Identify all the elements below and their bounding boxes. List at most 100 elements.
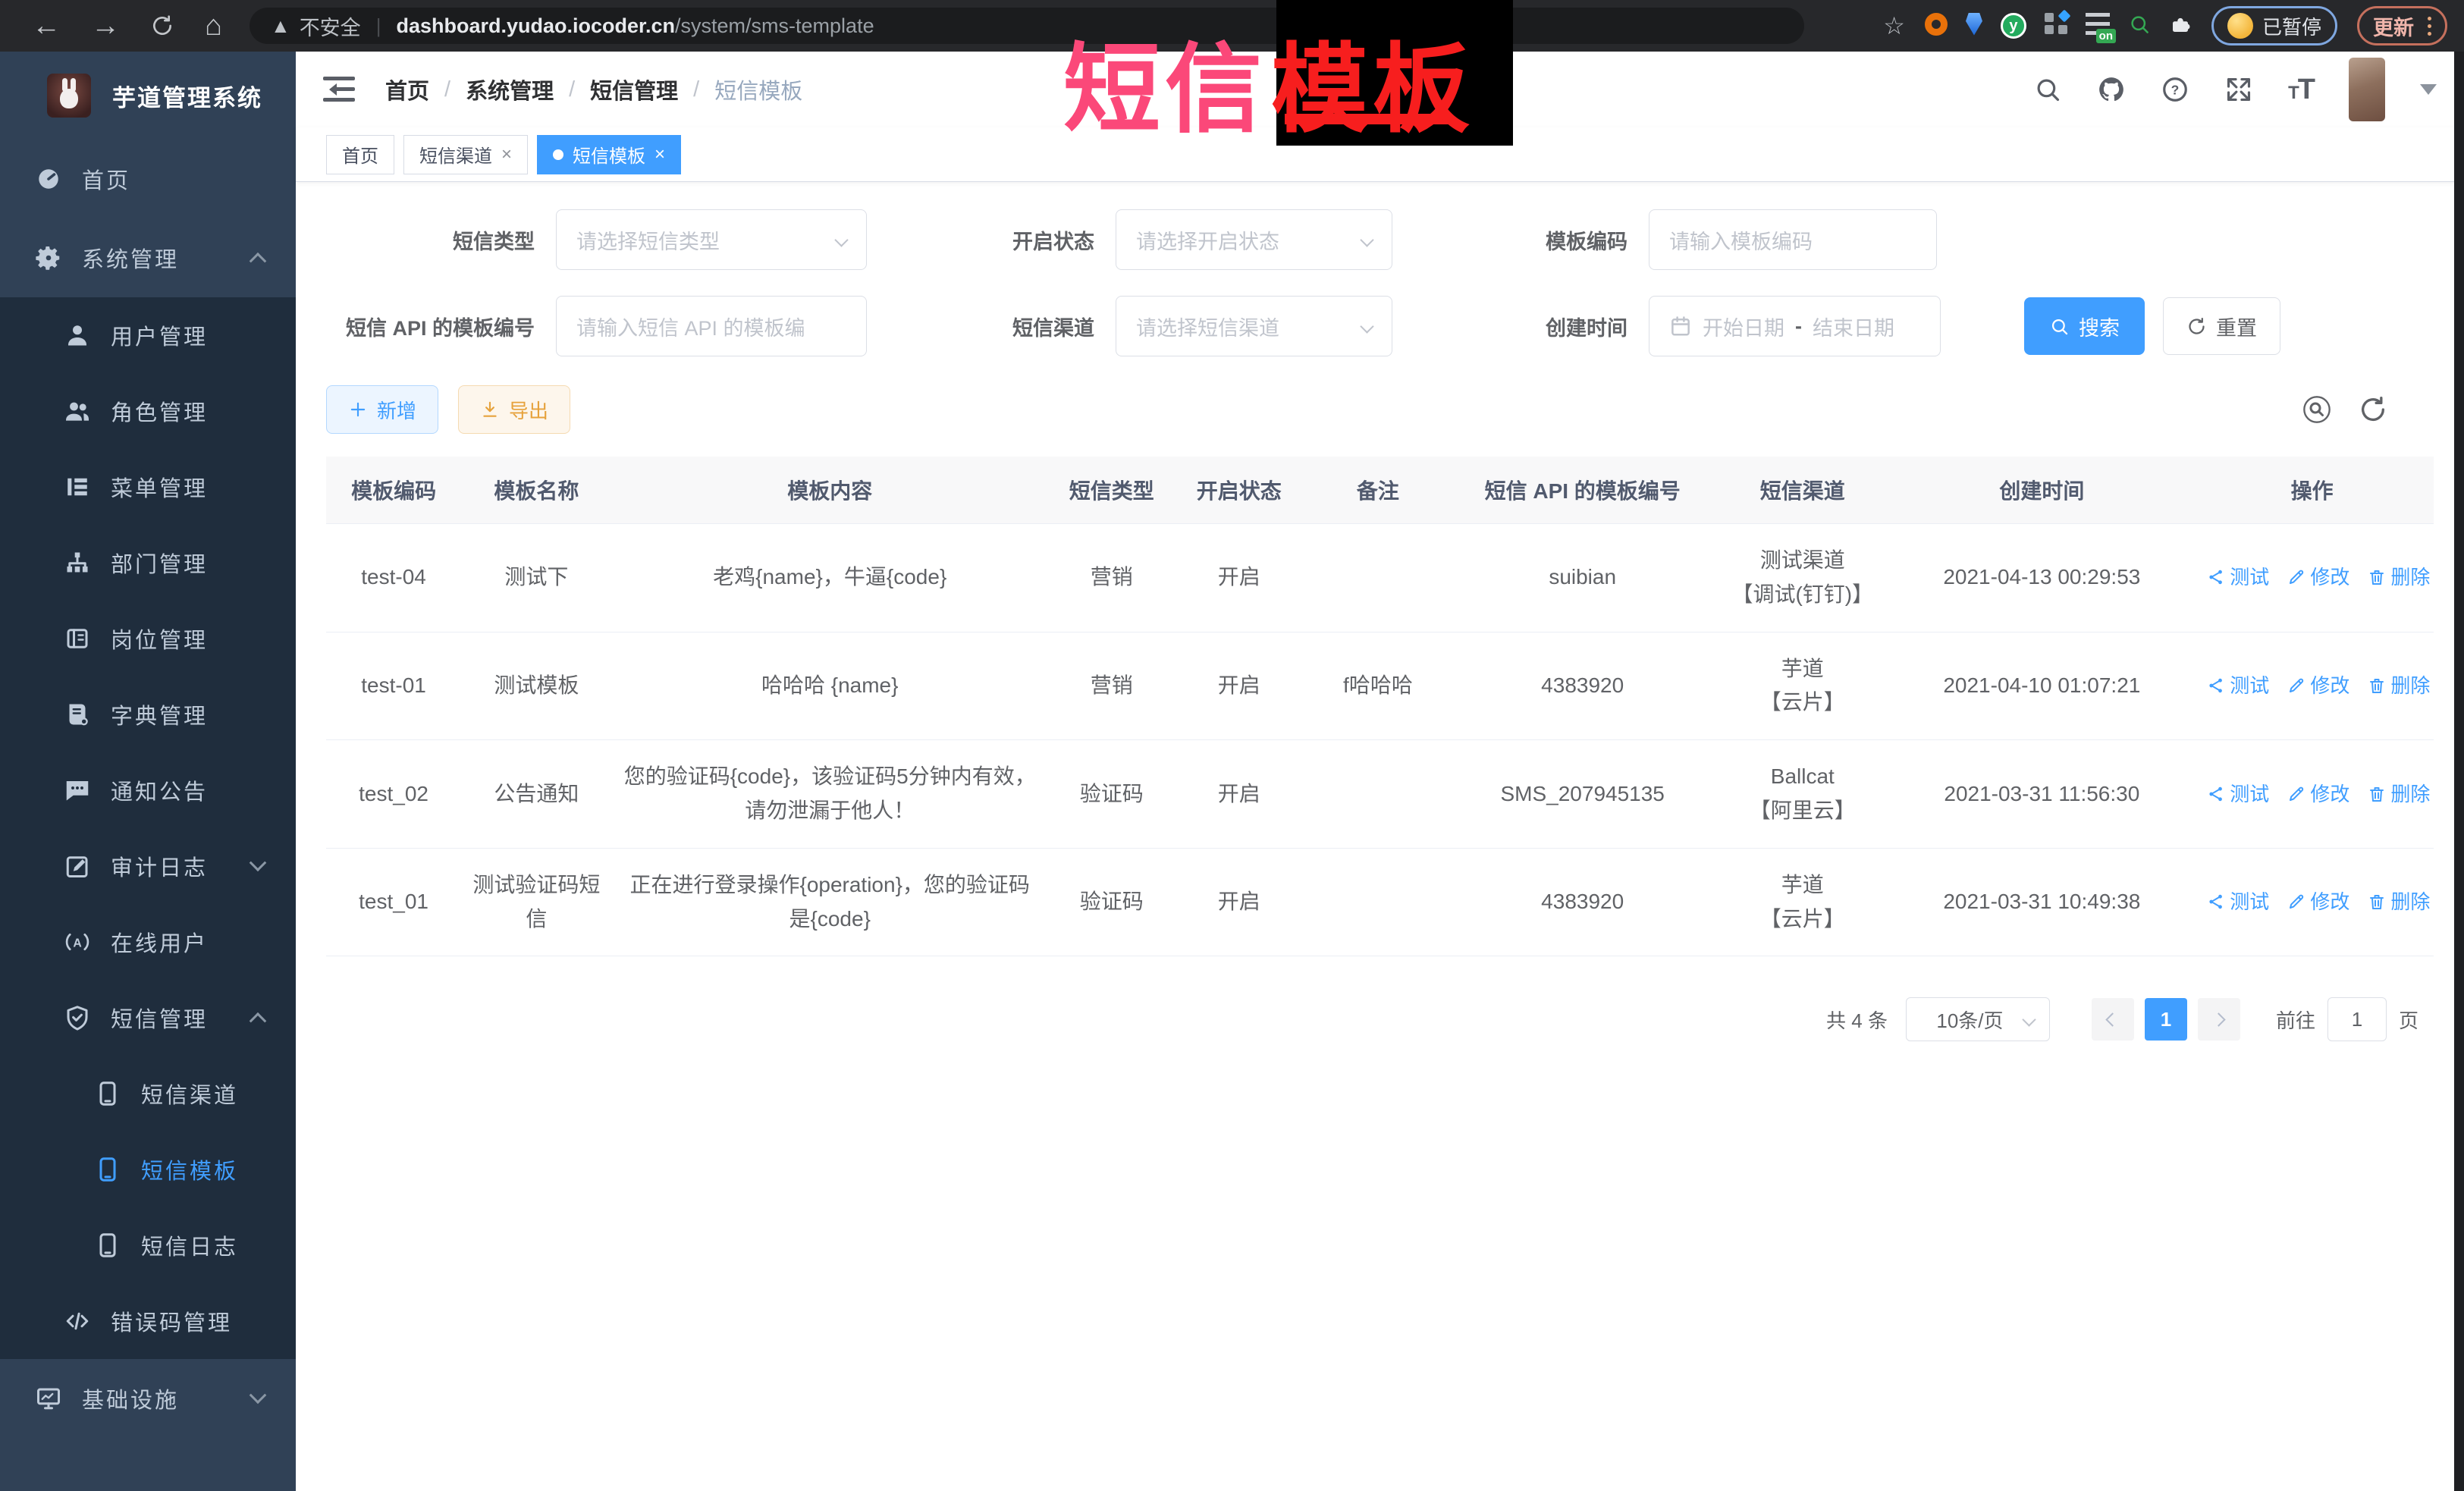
- breadcrumb-item: 短信模板: [714, 74, 802, 105]
- sidebar-item-sms-template[interactable]: 短信模板: [0, 1132, 296, 1207]
- export-button[interactable]: 导出: [458, 385, 570, 434]
- sidebar-item-role-management[interactable]: 角色管理: [0, 373, 296, 449]
- goto-page-input[interactable]: [2327, 997, 2387, 1041]
- column-header: 模板编码: [326, 457, 461, 524]
- test-link[interactable]: 测试: [2207, 566, 2269, 589]
- delete-link[interactable]: 删除: [2368, 566, 2430, 589]
- tab-sms-template[interactable]: 短信模板 ×: [537, 135, 681, 174]
- sidebar-item-post-management[interactable]: 岗位管理: [0, 601, 296, 676]
- next-page-button[interactable]: [2198, 998, 2240, 1041]
- fullscreen-icon[interactable]: [2224, 75, 2253, 104]
- green-magnifier-extension-icon[interactable]: [2128, 13, 2151, 39]
- blue-pin-extension-icon[interactable]: [1966, 13, 1982, 39]
- test-link[interactable]: 测试: [2207, 674, 2269, 697]
- address-bar[interactable]: ▲ 不安全 | dashboard.yudao.iocoder.cn /syst…: [250, 8, 1804, 44]
- template-code-input[interactable]: 请输入模板编码: [1649, 209, 1937, 270]
- enable-status-select[interactable]: 请选择开启状态: [1116, 209, 1392, 270]
- test-link[interactable]: 测试: [2207, 890, 2269, 913]
- cell-actions: 测试修改删除: [2190, 632, 2434, 740]
- sidebar-item-sms-channel[interactable]: 短信渠道: [0, 1056, 296, 1132]
- home-icon[interactable]: ⌂: [190, 10, 237, 42]
- breadcrumb-item[interactable]: 系统管理: [466, 74, 554, 105]
- font-size-icon[interactable]: TT: [2288, 75, 2314, 104]
- close-icon[interactable]: ×: [654, 146, 665, 164]
- browser-menu-icon[interactable]: [2428, 17, 2431, 36]
- sidebar-item-department-management[interactable]: 部门管理: [0, 525, 296, 601]
- sidebar-item-sms-management[interactable]: 短信管理: [0, 980, 296, 1056]
- tab-sms-channel[interactable]: 短信渠道 ×: [403, 135, 528, 174]
- sidebar-logo: 芋道管理系统: [0, 52, 296, 140]
- sidebar-item-home[interactable]: 首页: [0, 140, 296, 218]
- sidebar-item-sms-log[interactable]: 短信日志: [0, 1207, 296, 1283]
- reload-icon[interactable]: [135, 14, 190, 38]
- sms-type-select[interactable]: 请选择短信类型: [556, 209, 867, 270]
- close-icon[interactable]: ×: [501, 146, 512, 164]
- sidebar-item-online-users[interactable]: A 在线用户: [0, 904, 296, 980]
- edit-link[interactable]: 修改: [2287, 783, 2349, 805]
- sidebar-menu: 首页 系统管理 用户管理 角色管理 菜单管理 部门管理 岗位管理 字典管理 通知…: [0, 140, 296, 1438]
- toggle-search-icon[interactable]: [2302, 394, 2332, 425]
- update-button[interactable]: 更新: [2357, 6, 2447, 46]
- sidebar-item-menu-management[interactable]: 菜单管理: [0, 449, 296, 525]
- edit-link[interactable]: 修改: [2287, 674, 2349, 697]
- sidebar-item-user-management[interactable]: 用户管理: [0, 297, 296, 373]
- sidebar-item-dictionary-management[interactable]: 字典管理: [0, 676, 296, 752]
- delete-icon: [2368, 893, 2386, 911]
- sidebar-item-error-code-management[interactable]: 错误码管理: [0, 1283, 296, 1359]
- refresh-table-icon[interactable]: [2358, 394, 2388, 425]
- dashboard-icon: [32, 165, 65, 193]
- edit-link[interactable]: 修改: [2287, 890, 2349, 913]
- delete-link[interactable]: 删除: [2368, 890, 2430, 913]
- sms-channel-select[interactable]: 请选择短信渠道: [1116, 296, 1392, 356]
- cell-created-at: 2021-03-31 11:56:30: [1893, 740, 2190, 849]
- cell-api-template-id: suibian: [1453, 524, 1712, 632]
- prev-page-button[interactable]: [2092, 998, 2134, 1041]
- breadcrumb-item[interactable]: 首页: [385, 74, 429, 105]
- sidebar-item-notice-announcement[interactable]: 通知公告: [0, 752, 296, 828]
- column-header: 创建时间: [1893, 457, 2190, 524]
- extension-icons: y on: [1925, 13, 2192, 39]
- collapse-sidebar-icon[interactable]: [323, 77, 355, 102]
- edit-link[interactable]: 修改: [2287, 566, 2349, 589]
- back-icon[interactable]: ←: [17, 10, 76, 42]
- chevron-down-icon: [250, 1386, 267, 1404]
- page-size-select[interactable]: 10条/页: [1906, 997, 2050, 1041]
- forward-icon[interactable]: →: [76, 10, 135, 42]
- cell-actions: 测试修改删除: [2190, 740, 2434, 849]
- test-link[interactable]: 测试: [2207, 783, 2269, 805]
- cell-status: 开启: [1176, 848, 1303, 956]
- delete-link[interactable]: 删除: [2368, 783, 2430, 805]
- online-user-icon: A: [61, 928, 94, 956]
- profile-paused-badge[interactable]: 已暂停: [2211, 6, 2337, 46]
- github-icon[interactable]: [2097, 75, 2126, 104]
- sidebar-item-infrastructure[interactable]: 基础设施: [0, 1359, 296, 1438]
- api-template-id-input[interactable]: 请输入短信 API 的模板编: [556, 296, 867, 356]
- add-button[interactable]: 新增: [326, 385, 438, 434]
- sidebar-item-system-management[interactable]: 系统管理: [0, 218, 296, 297]
- search-button[interactable]: 搜索: [2024, 297, 2145, 355]
- green-y-extension-icon[interactable]: y: [2001, 13, 2026, 39]
- audit-log-icon: [61, 852, 94, 880]
- star-icon[interactable]: ☆: [1883, 11, 1905, 40]
- list-extension-icon[interactable]: on: [2086, 13, 2110, 39]
- puzzle-extension-icon[interactable]: [2169, 13, 2192, 39]
- help-icon[interactable]: ?: [2161, 75, 2189, 104]
- orange-ring-extension-icon[interactable]: [1925, 13, 1948, 39]
- grid-extension-icon[interactable]: [2045, 13, 2067, 39]
- cell-channel: Ballcat【阿里云】: [1712, 740, 1893, 849]
- tab-home[interactable]: 首页: [326, 135, 394, 174]
- create-time-label: 创建时间: [1536, 312, 1627, 341]
- search-icon[interactable]: [2033, 75, 2062, 104]
- cell-status: 开启: [1176, 740, 1303, 849]
- user-avatar[interactable]: [2349, 58, 2385, 121]
- user-icon: [61, 322, 94, 349]
- cell-remark: [1303, 524, 1454, 632]
- page-1-button[interactable]: 1: [2145, 998, 2187, 1041]
- reset-button[interactable]: 重置: [2163, 297, 2280, 355]
- sidebar-item-audit-log[interactable]: 审计日志: [0, 828, 296, 904]
- caret-down-icon[interactable]: [2420, 84, 2437, 103]
- breadcrumb-item[interactable]: 短信管理: [590, 74, 678, 105]
- cell-remark: [1303, 740, 1454, 849]
- create-time-range-picker[interactable]: 开始日期 - 结束日期: [1649, 296, 1941, 356]
- delete-link[interactable]: 删除: [2368, 674, 2430, 697]
